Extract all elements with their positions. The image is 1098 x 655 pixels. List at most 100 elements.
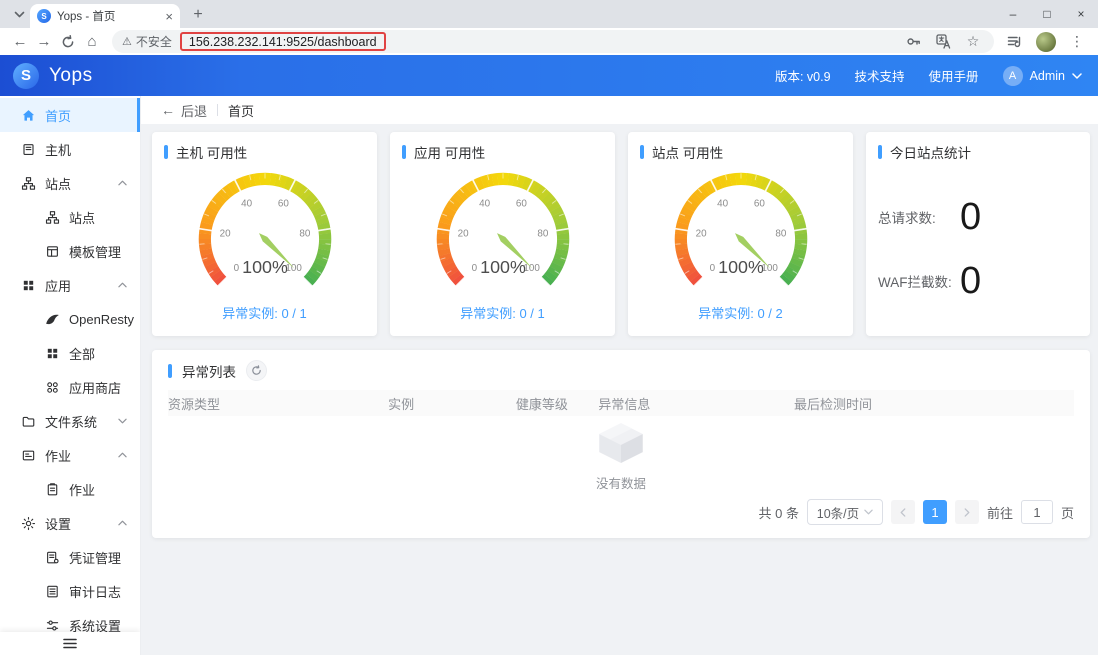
app-availability-card: 应用 可用性 0 20 40 60 80 100 100% 异常实例: 0 / 1 <box>390 132 615 336</box>
sidebar-item-job[interactable]: 作业 <box>0 472 140 506</box>
apps-icon <box>45 346 60 361</box>
window-maximize-button[interactable]: □ <box>1030 0 1064 28</box>
sidebar-item-host[interactable]: 主机 <box>0 132 140 166</box>
app-availability-gauge: 0 20 40 60 80 100100% <box>435 172 570 288</box>
passwords-key-button[interactable] <box>904 33 922 51</box>
bookmark-star-button[interactable]: ☆ <box>964 33 982 51</box>
back-label: 后退 <box>181 103 208 119</box>
warning-icon: ⚠ <box>122 36 132 48</box>
translate-button[interactable] <box>934 33 952 51</box>
svg-text:60: 60 <box>753 199 764 210</box>
screen: S Yops - 首页 × + – □ × ← → ⌂ ⚠ 不安全 156.23… <box>0 0 1098 655</box>
browser-profile-avatar[interactable] <box>1036 31 1056 52</box>
back-link[interactable]: ← 后退 <box>161 101 207 120</box>
user-menu[interactable]: A Admin <box>1002 65 1082 86</box>
sidebar-collapse-button[interactable] <box>0 632 140 655</box>
gauge-card-title: 主机 可用性 <box>176 146 248 161</box>
chevron-down-icon <box>118 418 127 424</box>
page-number-1[interactable]: 1 <box>922 500 947 524</box>
tab-close-icon[interactable]: × <box>165 10 173 23</box>
sidebar-item-credential-manage[interactable]: 凭证管理 <box>0 540 140 574</box>
svg-text:100: 100 <box>523 263 540 274</box>
svg-text:0: 0 <box>471 263 477 274</box>
url-text[interactable]: 156.238.232.141:9525/dashboard <box>189 35 377 49</box>
openresty-icon <box>45 312 60 327</box>
key-icon <box>906 38 920 45</box>
sidebar-item-label: 应用 <box>45 278 72 294</box>
reload-icon <box>62 34 74 47</box>
yops-favicon-icon: S <box>37 9 51 23</box>
hamburger-icon <box>63 638 77 649</box>
abnormal-instances-link[interactable]: 异常实例: 0 / 1 <box>460 303 545 326</box>
audit-icon <box>45 584 60 599</box>
chevron-up-icon <box>118 452 127 458</box>
abnormal-instances-link[interactable]: 异常实例: 0 / 2 <box>698 303 783 326</box>
svg-text:100%: 100% <box>718 257 764 277</box>
svg-text:20: 20 <box>219 228 230 239</box>
sidebar-item-label: 站点 <box>69 210 96 226</box>
forward-button[interactable]: → <box>32 30 56 54</box>
sidebar-item-all-apps[interactable]: 全部 <box>0 336 140 370</box>
window-minimize-button[interactable]: – <box>996 0 1030 28</box>
sidebar-item-app-group[interactable]: 应用 <box>0 268 140 302</box>
security-chip[interactable]: ⚠ 不安全 <box>122 33 172 50</box>
sidebar-item-label: 主机 <box>45 142 72 158</box>
column-header: 异常信息 <box>598 396 651 412</box>
brand[interactable]: S Yops <box>0 62 93 89</box>
sidebar-item-label: 设置 <box>45 516 72 532</box>
svg-text:60: 60 <box>277 199 288 210</box>
tab-search-button[interactable] <box>8 3 30 25</box>
user-name: Admin <box>1029 68 1065 83</box>
site-icon <box>45 210 60 225</box>
next-page-button[interactable] <box>954 500 979 524</box>
window-close-button[interactable]: × <box>1064 0 1098 28</box>
tab-title: Yops - 首页 <box>57 11 116 23</box>
clipboard-icon <box>45 482 60 497</box>
browser-tab[interactable]: S Yops - 首页 × <box>30 4 180 28</box>
sidebar-item-label: 应用商店 <box>69 380 122 396</box>
svg-text:100%: 100% <box>480 257 526 277</box>
template-icon <box>45 244 60 259</box>
svg-text:20: 20 <box>695 228 706 239</box>
manual-link[interactable]: 使用手册 <box>929 66 979 85</box>
empty-box-illustration <box>599 423 643 463</box>
page-size-select[interactable]: 10条/页 <box>806 499 883 525</box>
side-panel-button[interactable] <box>1006 33 1024 51</box>
home-button[interactable]: ⌂ <box>80 30 104 54</box>
chevron-up-icon <box>118 180 127 186</box>
reload-button[interactable] <box>56 30 80 54</box>
browser-menu-button[interactable]: ⋮ <box>1068 33 1086 51</box>
sidebar-item-template-manage[interactable]: 模板管理 <box>0 234 140 268</box>
abnormal-instances-link[interactable]: 异常实例: 0 / 1 <box>222 303 307 326</box>
goto-page-input[interactable] <box>1020 500 1053 524</box>
sidebar-item-filesystem[interactable]: 文件系统 <box>0 404 140 438</box>
sidebar: 首页 主机 站点 站点 模板管理 应用 OpenResty 全部 应用商店 文件系统 作业 作业 设置凭… <box>0 96 141 655</box>
chevron-down-icon <box>1072 72 1082 79</box>
prev-page-button[interactable] <box>890 500 915 524</box>
site-icon <box>21 176 36 191</box>
sidebar-item-site-group[interactable]: 站点 <box>0 166 140 200</box>
translate-icon <box>935 34 950 49</box>
page-suffix-label: 页 <box>1060 505 1074 521</box>
breadcrumb-current: 首页 <box>228 103 255 119</box>
sidebar-item-job-group[interactable]: 作业 <box>0 438 140 472</box>
address-bar[interactable]: ⚠ 不安全 156.238.232.141:9525/dashboard ☆ <box>112 30 994 53</box>
new-tab-button[interactable]: + <box>186 3 210 27</box>
back-button[interactable]: ← <box>8 30 32 54</box>
sidebar-item-site[interactable]: 站点 <box>0 200 140 234</box>
stats-card-title: 今日站点统计 <box>890 146 971 161</box>
sidebar-item-settings-group[interactable]: 设置 <box>0 506 140 540</box>
yops-logo-icon: S <box>13 62 39 89</box>
credential-icon <box>45 550 60 565</box>
stat-value: 0 <box>960 260 982 302</box>
sidebar-item-openresty[interactable]: OpenResty <box>0 302 140 336</box>
refresh-button[interactable] <box>246 360 267 381</box>
version-label: 版本: v0.9 <box>774 70 831 84</box>
sidebar-item-audit-log[interactable]: 审计日志 <box>0 574 140 608</box>
sidebar-item-home[interactable]: 首页 <box>0 98 140 132</box>
svg-text:40: 40 <box>479 199 490 210</box>
gear-icon <box>21 516 36 531</box>
brand-name: Yops <box>49 64 93 86</box>
sidebar-item-app-store[interactable]: 应用商店 <box>0 370 140 404</box>
support-link[interactable]: 技术支持 <box>855 66 905 85</box>
